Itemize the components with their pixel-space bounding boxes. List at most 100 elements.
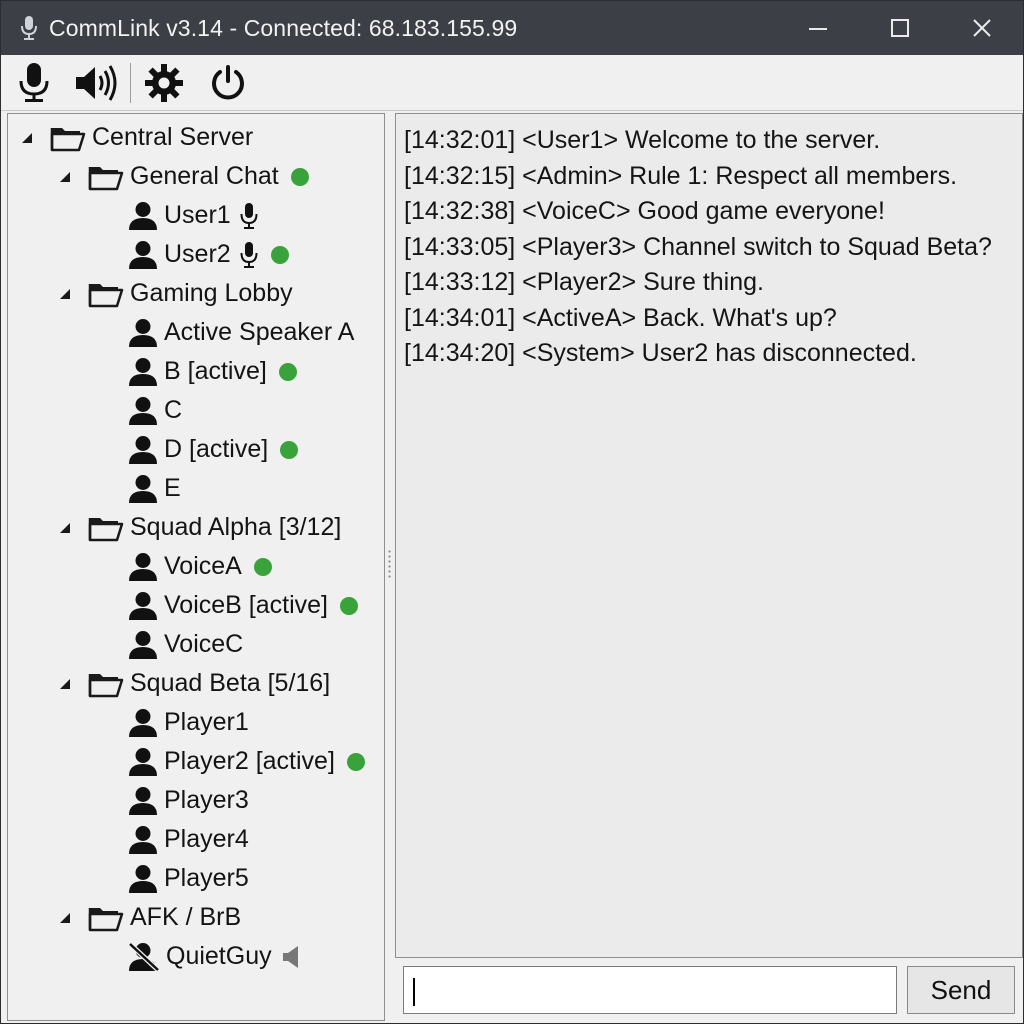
gear-icon <box>145 64 183 102</box>
tree-user[interactable]: Player1 <box>128 703 249 742</box>
active-status-dot <box>270 245 289 264</box>
tree-user[interactable]: VoiceA <box>128 547 272 586</box>
tree-expander[interactable] <box>54 677 76 691</box>
microphone-button[interactable] <box>9 59 59 107</box>
tree-expander[interactable] <box>54 170 76 184</box>
power-icon <box>212 65 244 100</box>
speaker-button[interactable] <box>71 59 121 107</box>
user-icon <box>129 552 157 581</box>
channel-tree[interactable]: Central Server General Chat User1 User2 Gami… <box>7 113 385 1021</box>
folder-open-icon <box>88 283 124 307</box>
settings-button[interactable] <box>139 59 189 107</box>
tree-icon <box>88 904 124 932</box>
maximize-button[interactable] <box>859 1 941 55</box>
folder-open-icon <box>88 673 124 697</box>
user-name: User1 <box>164 201 231 229</box>
tree-icon <box>128 396 158 426</box>
user-icon <box>129 786 157 815</box>
tree-icon <box>88 163 124 191</box>
window-title: CommLink v3.14 - Connected: 68.183.155.9… <box>49 14 518 41</box>
chat-input[interactable] <box>403 966 897 1014</box>
tree-user[interactable]: B [active] <box>128 352 297 391</box>
user-icon <box>129 708 157 737</box>
tree-user[interactable]: Player3 <box>128 781 249 820</box>
tree-user[interactable]: Active Speaker A <box>128 313 354 352</box>
user-name: VoiceA <box>164 552 242 580</box>
active-status-dot <box>346 752 365 771</box>
splitter-grip[interactable] <box>388 549 391 579</box>
user-icon <box>129 435 157 464</box>
close-button[interactable] <box>941 1 1023 55</box>
tree-user[interactable]: D [active] <box>128 430 299 469</box>
toolbar-separator <box>130 63 131 103</box>
tree-icon <box>128 240 158 270</box>
microphone-icon <box>240 241 258 268</box>
user-icon <box>129 825 157 854</box>
user-name: VoiceC <box>164 630 244 658</box>
power-button[interactable] <box>203 59 253 107</box>
send-button[interactable]: Send <box>907 966 1015 1014</box>
tree-user[interactable]: QuietGuy <box>128 937 300 976</box>
tree-user[interactable]: E <box>128 469 181 508</box>
tree-expander[interactable] <box>16 131 38 145</box>
tree-user[interactable]: Player2 [active] <box>128 742 365 781</box>
expanded-triangle-icon <box>22 132 32 143</box>
tree-channel[interactable]: Squad Alpha [3/12] <box>54 508 341 547</box>
panel-splitter[interactable] <box>385 113 395 1021</box>
tree-channel[interactable]: Gaming Lobby <box>54 274 293 313</box>
tree-server-central[interactable]: Central Server <box>16 118 253 157</box>
chat-log: [14:32:01] <User1> Welcome to the server… <box>404 123 1018 372</box>
chat-message: [14:33:12] <Player2> Sure thing. <box>404 268 764 296</box>
tree-user[interactable]: VoiceC <box>128 625 243 664</box>
minimize-button[interactable] <box>777 1 859 55</box>
tree-expander[interactable] <box>54 521 76 535</box>
user-icon <box>129 474 157 503</box>
user-name: Player2 [active] <box>164 747 335 775</box>
user-name: VoiceB [active] <box>164 591 328 619</box>
server-name: Central Server <box>92 123 254 151</box>
tree-user[interactable]: User1 <box>128 196 259 235</box>
user-icon <box>129 630 157 659</box>
folder-open-icon <box>88 907 124 931</box>
tree-user[interactable]: VoiceB [active] <box>128 586 358 625</box>
tree-icon <box>88 514 124 542</box>
muted-user-icon <box>128 941 160 972</box>
channel-name: Squad Alpha [3/12] <box>130 513 342 541</box>
tree-icon <box>128 474 158 504</box>
active-status-dot <box>278 362 297 381</box>
tree-icon <box>128 825 158 855</box>
folder-open-icon <box>88 166 124 190</box>
folder-open-icon <box>50 127 86 151</box>
maximize-icon <box>891 19 909 37</box>
tree-channel[interactable]: AFK / BrB <box>54 898 241 937</box>
expanded-triangle-icon <box>60 288 70 299</box>
talking-indicator <box>239 241 259 269</box>
tree-expander[interactable] <box>54 911 76 925</box>
tree-icon <box>88 670 124 698</box>
tree-user[interactable]: C <box>128 391 182 430</box>
chat-log-panel[interactable]: [14:32:01] <User1> Welcome to the server… <box>395 113 1023 958</box>
tree-user[interactable]: Player5 <box>128 859 249 898</box>
channel-name: General Chat <box>130 162 279 190</box>
tree-user[interactable]: Player4 <box>128 820 249 859</box>
title-bar[interactable]: CommLink v3.14 - Connected: 68.183.155.9… <box>1 1 1023 55</box>
tree-icon <box>128 630 158 660</box>
expanded-triangle-icon <box>60 678 70 689</box>
user-name: C <box>164 396 183 424</box>
tree-icon <box>128 747 158 777</box>
speaker-icon <box>76 65 117 101</box>
tree-icon <box>128 591 158 621</box>
tree-icon <box>128 552 158 582</box>
tree-user[interactable]: User2 <box>128 235 289 274</box>
tree-icon <box>50 124 86 152</box>
user-name: User2 <box>164 240 231 268</box>
tree-channel[interactable]: Squad Beta [5/16] <box>54 664 330 703</box>
channel-name: Gaming Lobby <box>130 279 293 307</box>
talking-indicator <box>239 202 259 230</box>
active-status-dot <box>253 557 272 576</box>
text-caret <box>413 978 415 1006</box>
user-name: D [active] <box>164 435 269 463</box>
user-icon <box>129 396 157 425</box>
tree-channel[interactable]: General Chat <box>54 157 309 196</box>
tree-expander[interactable] <box>54 287 76 301</box>
